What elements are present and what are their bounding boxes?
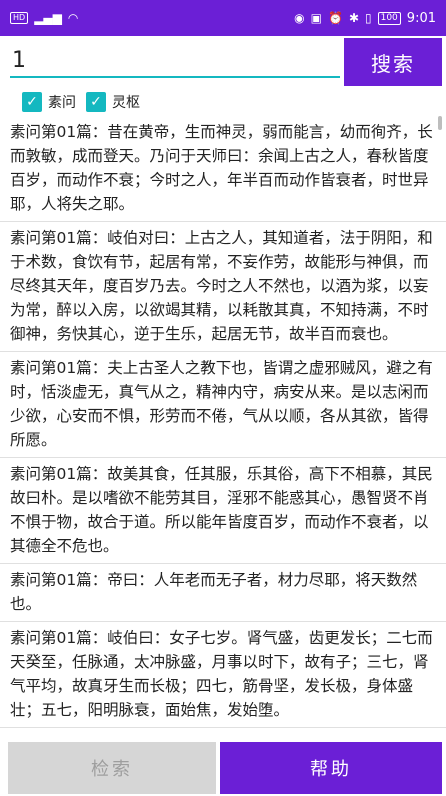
signal-icon: ▂▄▆ [34,11,62,25]
help-button[interactable]: 帮助 [220,742,442,794]
nfc-icon: ▣ [310,11,322,25]
retrieve-button[interactable]: 检索 [8,742,216,794]
list-item[interactable]: 素问第01篇：帝曰：人年老而无子者，材力尽耶，将天数然也。 [0,564,446,622]
status-right: ◉ ▣ ⏰ ✱ ▯ 100 9:01 [294,11,436,26]
search-input[interactable] [10,44,340,78]
search-row: 搜索 [0,36,446,88]
status-bar: HD ▂▄▆ ◠ ◉ ▣ ⏰ ✱ ▯ 100 9:01 [0,0,446,36]
status-time: 9:01 [406,10,436,26]
eye-icon: ◉ [294,11,305,25]
list-item[interactable]: 素问第01篇：故美其食，任其服，乐其俗，高下不相慕，其民故曰朴。是以嗜欲不能劳其… [0,458,446,564]
filter-suwen[interactable]: ✓ 素问 [22,92,76,112]
bluetooth-icon: ✱ [348,11,359,25]
checkbox-checked-icon[interactable]: ✓ [22,92,42,112]
hd-badge: HD [10,12,29,24]
filter-lingshu-label: 灵枢 [112,95,140,111]
scrollbar[interactable] [438,116,442,130]
checkbox-checked-icon[interactable]: ✓ [86,92,106,112]
list-item[interactable]: 素问第01篇：岐伯对曰：上古之人，其知道者，法于阴阳，和于术数，食饮有节，起居有… [0,222,446,352]
list-item[interactable]: 素问第01篇：岐伯曰：女子七岁。肾气盛，齿更发长；二七而天癸至，任脉通，太冲脉盛… [0,622,446,728]
list-item[interactable]: 素问第01篇：昔在黄帝，生而神灵，弱而能言，幼而徇齐，长而敦敏，成而登天。乃问于… [0,116,446,222]
vibrate-icon: ▯ [365,11,372,25]
battery-icon: 100 [377,11,401,25]
wifi-icon: ◠ [67,11,79,25]
filter-lingshu[interactable]: ✓ 灵枢 [86,92,140,112]
bottom-bar: 检索 帮助 [0,742,446,796]
filter-suwen-label: 素问 [48,95,76,111]
results-list[interactable]: 素问第01篇：昔在黄帝，生而神灵，弱而能言，幼而徇齐，长而敦敏，成而登天。乃问于… [0,116,446,742]
alarm-icon: ⏰ [327,11,343,25]
status-left: HD ▂▄▆ ◠ [10,12,78,24]
filter-row: ✓ 素问 ✓ 灵枢 [22,90,140,114]
list-item[interactable]: 素问第01篇：夫上古圣人之教下也，皆谓之虚邪贼风，避之有时，恬淡虚无，真气从之，… [0,352,446,458]
search-button[interactable]: 搜索 [344,38,442,86]
